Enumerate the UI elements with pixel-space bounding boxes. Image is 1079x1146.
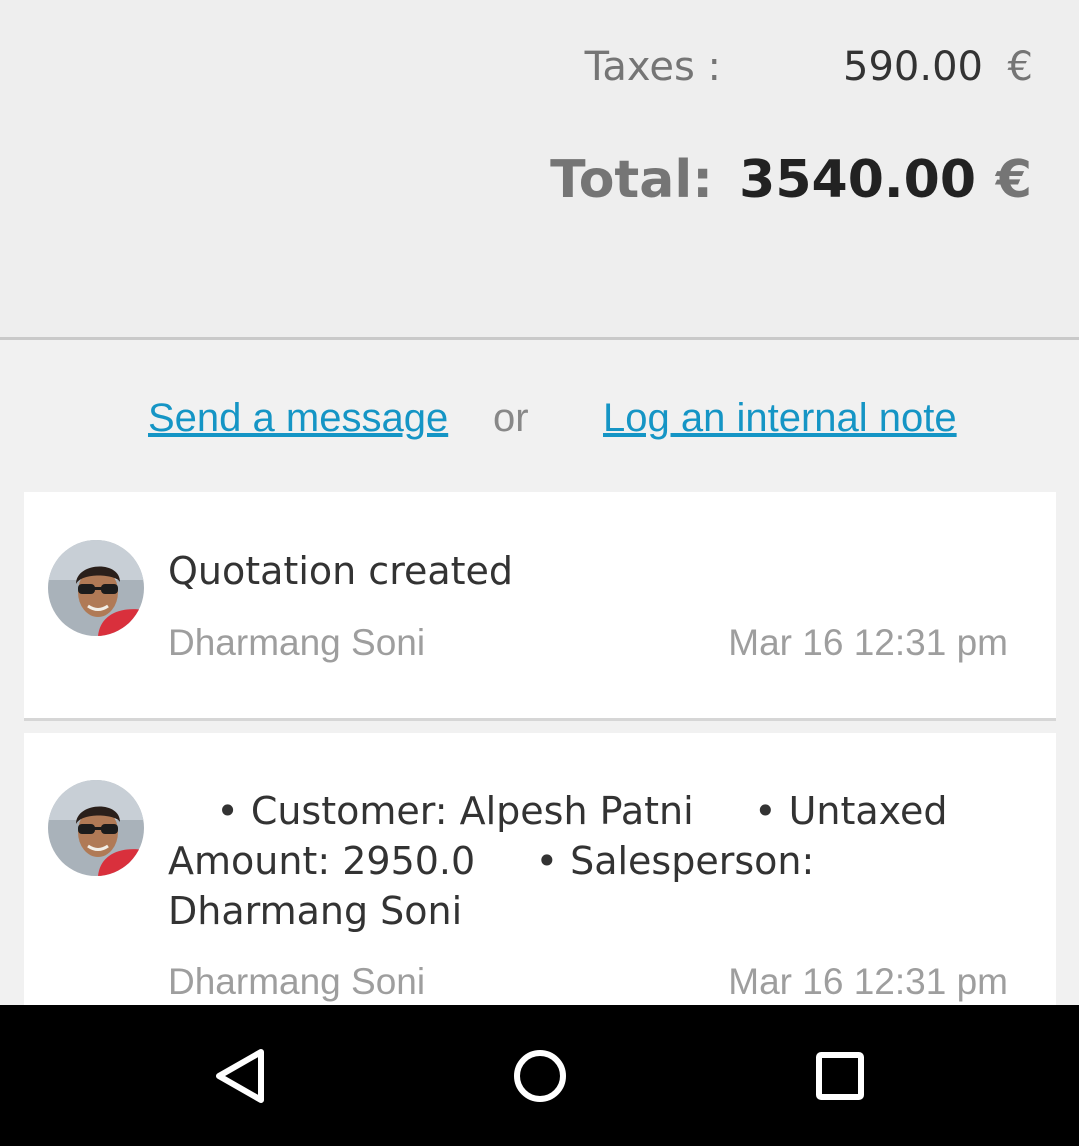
message-card[interactable]: Quotation created Dharmang Soni Mar 16 1… — [24, 492, 1056, 721]
totals-panel: Taxes : 590.00 € Total: 3540.00 € — [0, 0, 1079, 338]
total-value: 3540.00 — [739, 150, 976, 210]
user-avatar-icon — [48, 540, 144, 636]
send-message-link[interactable]: Send a message — [148, 396, 448, 441]
message-body: Quotation created — [168, 549, 514, 593]
message-card[interactable]: • Customer: Alpesh Patni • Untaxed Amoun… — [24, 733, 1056, 1006]
avatar — [48, 780, 144, 876]
or-separator: or — [493, 396, 529, 440]
total-label: Total: — [550, 150, 713, 210]
message-date: Mar 16 12:31 pm — [728, 622, 1008, 663]
avatar — [48, 540, 144, 636]
tracking-customer: Customer: Alpesh Patni — [250, 789, 694, 833]
android-nav-bar — [0, 1005, 1079, 1146]
message-feed[interactable]: Quotation created Dharmang Soni Mar 16 1… — [0, 492, 1079, 1006]
taxes-currency: € — [1007, 44, 1033, 90]
message-author: Dharmang Soni — [168, 961, 426, 1002]
message-author: Dharmang Soni — [168, 622, 426, 663]
log-note-link[interactable]: Log an internal note — [603, 396, 957, 441]
tracking-values: • Customer: Alpesh Patni • Untaxed Amoun… — [168, 789, 948, 933]
message-date: Mar 16 12:31 pm — [728, 961, 1008, 1002]
user-avatar-icon — [48, 780, 144, 876]
recents-square-icon[interactable] — [804, 1040, 876, 1112]
back-triangle-icon[interactable] — [204, 1040, 276, 1112]
home-circle-icon[interactable] — [504, 1040, 576, 1112]
total-currency: € — [995, 150, 1032, 210]
chatter-actions: Send a message or Log an internal note — [0, 340, 1079, 492]
taxes-value: 590.00 — [843, 44, 983, 90]
taxes-label: Taxes : — [584, 44, 721, 90]
